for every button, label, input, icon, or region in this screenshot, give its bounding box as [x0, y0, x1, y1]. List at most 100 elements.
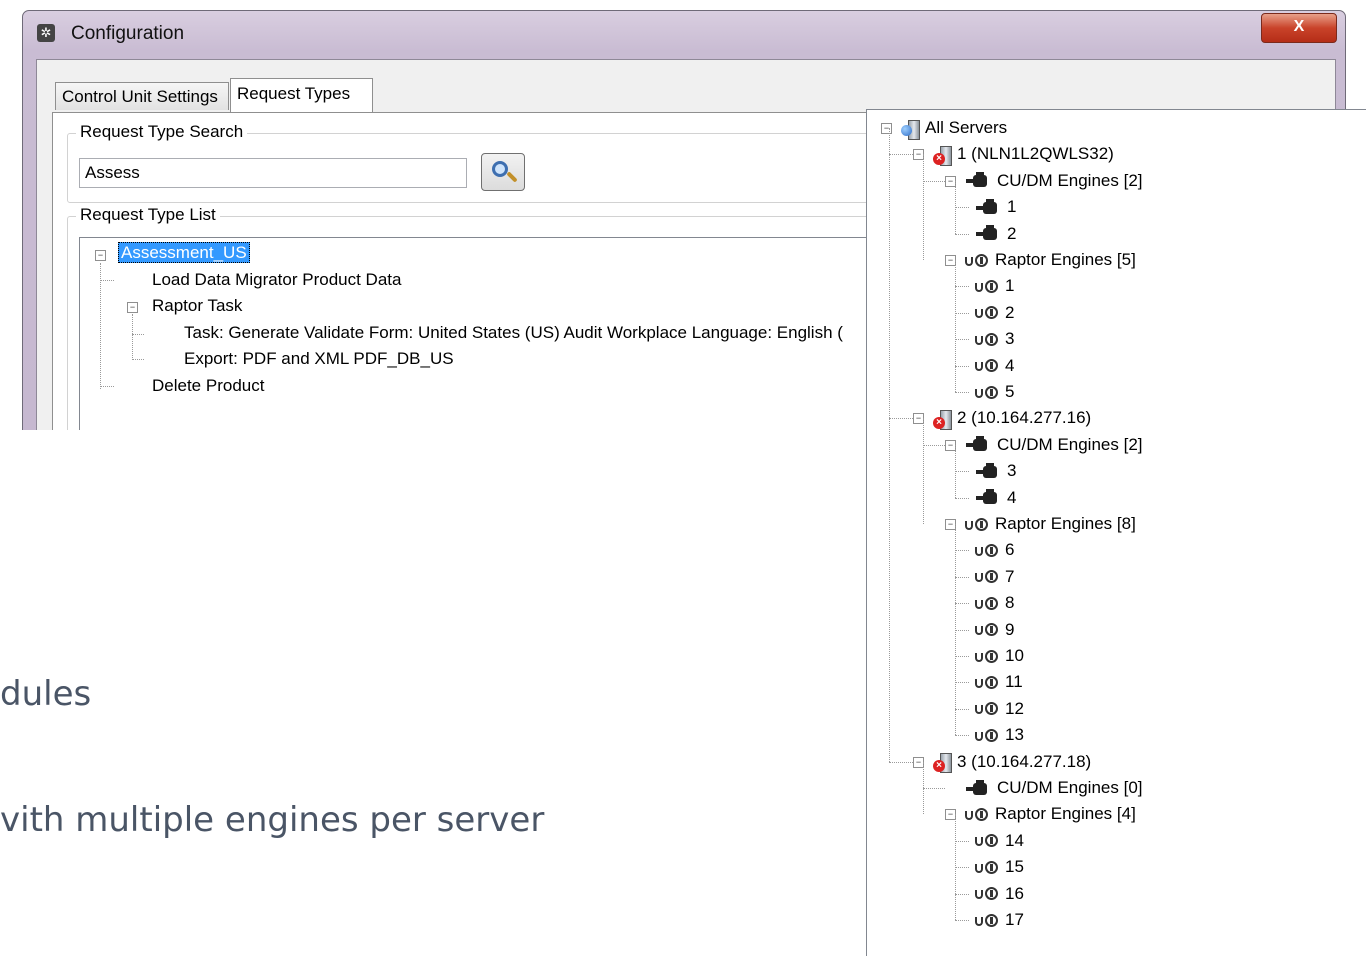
tree-item-raptor-engines[interactable]: Raptor Engines [5]	[965, 248, 1136, 272]
tree-line	[955, 286, 969, 288]
tree-item-server[interactable]: × 3 (10.164.277.18)	[933, 750, 1091, 774]
tree-item-raptor-engines[interactable]: Raptor Engines [8]	[965, 512, 1136, 536]
cu-engine-icon	[965, 436, 993, 454]
server-tree-panel[interactable]: − All Servers − × 1 (NLN1L2QWLS32) − CU/DM Eng…	[866, 109, 1366, 956]
tree-item-raptor-engine[interactable]: 15	[975, 855, 1024, 879]
tree-line	[955, 339, 969, 341]
raptor-gear-shape	[985, 728, 998, 742]
tree-item-label: 10	[1005, 646, 1024, 665]
server-offline-icon: ×	[933, 145, 953, 166]
tree-item-raptor-engine[interactable]: 7	[975, 565, 1014, 589]
tree-item-label: 1	[1005, 276, 1015, 296]
raptor-u-shape	[965, 256, 973, 266]
tree-item-raptor-engine[interactable]: 9	[975, 618, 1014, 642]
tree-item-cu-engines[interactable]: CU/DM Engines [0]	[965, 776, 1143, 800]
tree-item-label: 6	[1005, 540, 1015, 560]
tree-item-label: 15	[1005, 857, 1024, 877]
raptor-u-shape	[975, 890, 983, 900]
cu-engine-icon	[975, 462, 1003, 481]
tree-item[interactable]: Task: Generate Validate Form: United Sta…	[184, 322, 843, 344]
raptor-engine-icon	[965, 806, 991, 824]
tree-item-label: Assessment_US	[118, 242, 250, 263]
tree-item-raptor-engine[interactable]: 10	[975, 644, 1024, 668]
tree-item-raptor-engine[interactable]: 14	[975, 829, 1024, 853]
tree-item[interactable]: Delete Product	[152, 375, 264, 397]
tree-item-all-servers[interactable]: All Servers	[901, 116, 1007, 140]
tree-item-raptor-engine[interactable]: 3	[975, 327, 1014, 351]
tree-item-raptor-engine[interactable]: 16	[975, 882, 1024, 906]
tree-line	[955, 471, 969, 473]
collapse-icon[interactable]: −	[127, 302, 138, 313]
tree-line	[132, 314, 133, 360]
raptor-gear-shape	[985, 543, 998, 557]
tree-item-label: 8	[1005, 593, 1015, 613]
tree-item-raptor-engine[interactable]: 12	[975, 697, 1024, 721]
collapse-icon[interactable]: −	[95, 250, 106, 261]
tree-item-label: Raptor Engines [5]	[995, 250, 1136, 269]
magnifier-icon	[492, 161, 508, 177]
tree-line	[955, 629, 969, 631]
tree-item-raptor-engine[interactable]: 17	[975, 908, 1024, 932]
collapse-icon[interactable]: −	[881, 123, 892, 134]
tree-item-assessment-us[interactable]: Assessment_US	[118, 242, 250, 264]
tab-request-types[interactable]: Request Types	[230, 78, 373, 112]
tree-item-label: CU/DM Engines [2]	[997, 170, 1143, 190]
list-group-label: Request Type List	[76, 205, 220, 225]
raptor-engine-icon	[975, 542, 1001, 560]
engine-body-shape	[983, 201, 997, 214]
tree-item-cu-engine[interactable]: 3	[975, 459, 1016, 483]
search-input[interactable]	[79, 158, 467, 188]
window-title: Configuration	[71, 23, 185, 44]
raptor-gear-shape	[985, 306, 998, 320]
tree-item-server[interactable]: × 2 (10.164.277.16)	[933, 406, 1091, 430]
raptor-u-shape	[975, 335, 983, 345]
tree-line	[923, 154, 924, 260]
tree-item-cu-engine[interactable]: 4	[975, 486, 1016, 510]
raptor-gear-shape	[975, 253, 988, 267]
raptor-engine-icon	[975, 674, 1001, 692]
tree-item-raptor-engines[interactable]: Raptor Engines [4]	[965, 802, 1136, 826]
raptor-u-shape	[965, 520, 973, 530]
tree-line	[889, 418, 913, 420]
tree-item-raptor-engine[interactable]: 4	[975, 354, 1014, 378]
tree-item-raptor-engine[interactable]: 11	[975, 670, 1023, 694]
request-type-search-group: Request Type Search	[67, 122, 969, 203]
raptor-engine-icon	[975, 595, 1001, 613]
tree-item-label: 7	[1005, 566, 1015, 586]
request-type-list-group: Request Type List − Assessment_US Load D…	[67, 205, 969, 430]
tree-item-label: 11	[1005, 672, 1023, 692]
raptor-engine-icon	[975, 357, 1001, 375]
tree-item-raptor-engine[interactable]: 1	[975, 274, 1014, 298]
tree-item[interactable]: Load Data Migrator Product Data	[152, 269, 401, 291]
tree-item-raptor-engine[interactable]: 8	[975, 591, 1014, 615]
raptor-engine-icon	[975, 278, 1001, 296]
raptor-engine-icon	[975, 727, 1001, 745]
slide-text-line-1: dules	[0, 674, 92, 714]
tree-item-label: All Servers	[925, 118, 1008, 137]
tree-item-label: 5	[1005, 382, 1015, 401]
tree-item-raptor-engine[interactable]: 13	[975, 723, 1024, 747]
tree-item-label: 4	[1005, 355, 1015, 375]
tree-item-cu-engines[interactable]: CU/DM Engines [2]	[965, 169, 1143, 193]
tree-line	[889, 128, 890, 762]
tree-item-label: 17	[1005, 910, 1024, 929]
tree-line	[132, 334, 144, 335]
tree-item-cu-engine[interactable]: 1	[975, 195, 1016, 219]
tree-item[interactable]: Raptor Task	[152, 295, 242, 317]
tree-item-raptor-engine[interactable]: 5	[975, 380, 1014, 404]
tree-item-raptor-engine[interactable]: 2	[975, 301, 1014, 325]
tree-line	[955, 708, 969, 710]
tree-line	[955, 444, 956, 498]
tab-control-unit-settings[interactable]: Control Unit Settings	[55, 82, 229, 110]
engine-body-shape	[983, 228, 997, 241]
raptor-u-shape	[975, 282, 983, 292]
tree-item-cu-engine[interactable]: 2	[975, 222, 1016, 246]
tree-item-server[interactable]: × 1 (NLN1L2QWLS32)	[933, 142, 1114, 166]
search-button[interactable]	[481, 153, 525, 191]
tree-item-cu-engines[interactable]: CU/DM Engines [2]	[965, 433, 1143, 457]
close-button[interactable]: X	[1261, 13, 1337, 43]
tree-item-raptor-engine[interactable]: 6	[975, 538, 1014, 562]
request-type-tree[interactable]: − Assessment_US Load Data Migrator Produ…	[79, 237, 961, 430]
magnifier-handle	[506, 171, 518, 183]
tree-item[interactable]: Export: PDF and XML PDF_DB_US	[184, 348, 454, 370]
